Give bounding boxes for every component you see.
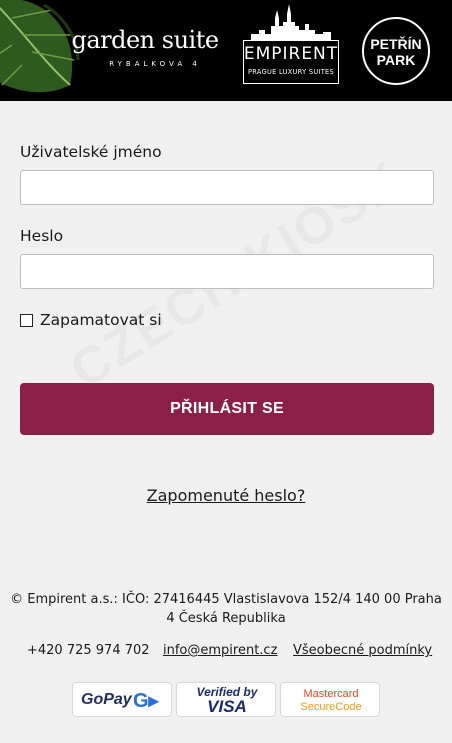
username-input[interactable] [20,170,434,205]
petrin-line2: PARK [376,52,416,68]
prague-castle-icon [251,4,331,40]
phone-number: +420 725 974 702 [27,643,150,658]
mastercard-securecode-badge: Mastercard SecureCode [280,682,380,717]
mc-line1: Mastercard [303,688,359,700]
password-label: Heslo [20,227,64,245]
remember-checkbox[interactable] [20,313,33,327]
forgot-password-link[interactable]: Zapomenuté heslo? [147,486,306,505]
garden-suite-name: garden suite [71,26,219,54]
password-input[interactable] [20,254,434,289]
empirent-tagline: PRAGUE LUXURY SUITES [247,68,334,76]
gopay-label: GoPay [81,691,132,708]
visa-line2: VISA [207,697,247,716]
gopay-badge: GoPay G▸ [72,682,172,717]
empirent-logo[interactable]: EMPIRENT PRAGUE LUXURY SUITES [243,4,339,84]
remember-label: Zapamatovat si [40,311,162,329]
empirent-title: EMPIRENT [243,44,339,64]
email-link[interactable]: info@empirent.cz [163,643,277,658]
forgot-password: Zapomenuté heslo? [0,486,452,505]
garden-suite-logo[interactable]: garden suite RYBALKOVA 4 [70,26,220,68]
garden-suite-sub: RYBALKOVA 4 [109,60,201,68]
header-bar: garden suite RYBALKOVA 4 EMPIRENT PRAGUE… [0,0,452,101]
verified-by-visa-badge: Verified by VISA [176,682,276,717]
petrin-park-logo[interactable]: PETŘÍN PARK [362,17,430,85]
mc-line2: SecureCode [300,701,362,713]
terms-link[interactable]: Všeobecné podmínky [293,643,432,658]
username-label: Uživatelské jméno [20,143,162,161]
remember-me[interactable]: Zapamatovat si [20,311,162,329]
login-button[interactable]: PŘIHLÁSIT SE [20,383,434,435]
company-info: © Empirent a.s.: IČO: 27416445 Vlastisla… [10,592,442,626]
gopay-g-icon: G▸ [133,690,159,712]
petrin-line1: PETŘÍN [370,36,422,52]
